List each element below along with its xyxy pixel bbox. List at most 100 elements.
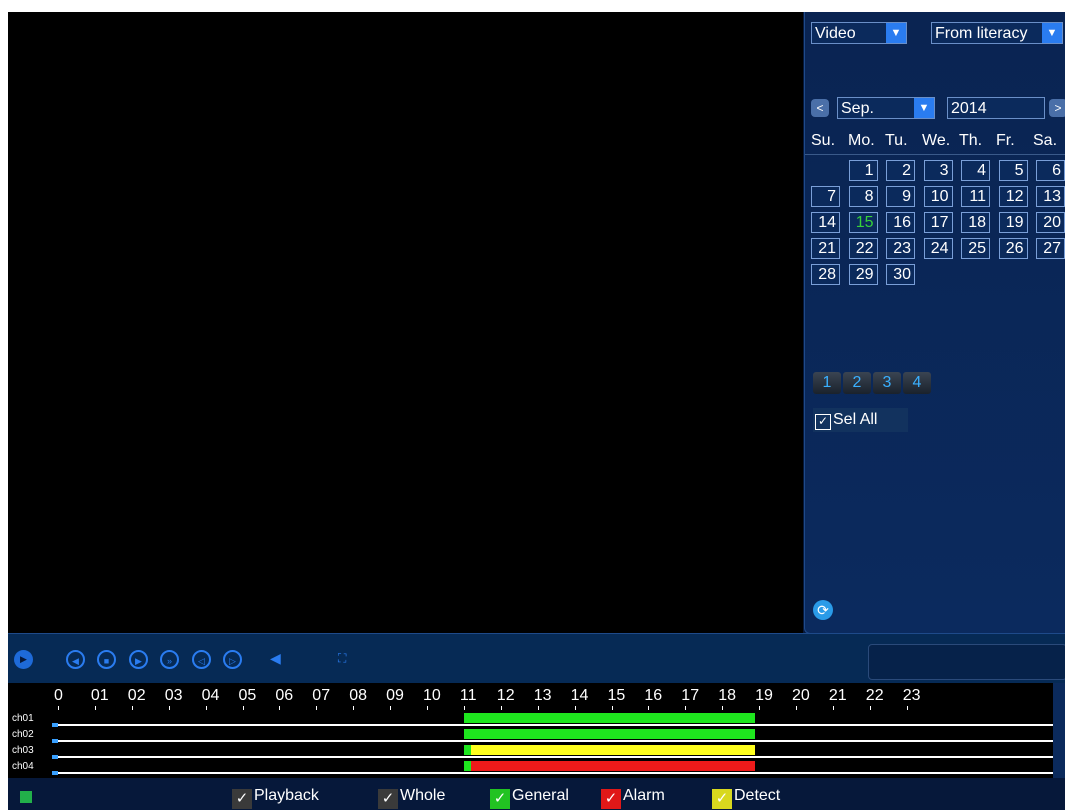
hour-tick <box>685 706 687 710</box>
next-frame-icon[interactable]: ▷ <box>223 650 242 669</box>
calendar-day[interactable]: 7 <box>811 186 840 207</box>
year-value: 2014 <box>951 100 987 117</box>
source-select[interactable]: From literacy ▼ <box>931 22 1063 44</box>
legend-bar: ✓ Playback ✓ Whole ✓ General ✓ Alarm ✓ Detect <box>8 785 1065 810</box>
refresh-icon[interactable]: ⟳ <box>813 600 833 620</box>
hour-label: 19 <box>755 687 773 704</box>
calendar-day[interactable]: 14 <box>811 212 840 233</box>
hour-label: 08 <box>349 687 367 704</box>
calendar-day[interactable]: 24 <box>923 238 953 259</box>
calendar-day[interactable]: 11 <box>961 186 990 207</box>
hour-label: 18 <box>718 687 736 704</box>
calendar-day[interactable]: 16 <box>886 212 915 233</box>
weekday-label: Fr. <box>996 132 1015 149</box>
search-sidebar: Video ▼ From literacy ▼ < Sep. ▼ 2014 > … <box>804 12 1065 634</box>
hour-tick <box>759 706 761 710</box>
stop-icon[interactable]: ■ <box>97 650 116 669</box>
hour-tick <box>611 706 613 710</box>
hour-label: 02 <box>127 687 146 704</box>
video-display[interactable] <box>8 12 803 633</box>
calendar-day[interactable]: 17 <box>923 212 953 233</box>
channel-track <box>53 724 1053 726</box>
timeline-zoom-control[interactable] <box>1053 683 1065 778</box>
calendar-day[interactable]: 22 <box>848 238 878 259</box>
channel-start-marker <box>52 739 58 743</box>
hour-tick <box>832 706 834 710</box>
calendar-day[interactable]: 25 <box>961 238 990 259</box>
reverse-play-icon[interactable]: ◀ <box>66 650 85 669</box>
month-select[interactable]: Sep. ▼ <box>837 97 935 119</box>
record-type-select[interactable]: Video ▼ <box>811 22 907 44</box>
legend-whole[interactable]: ✓ Whole <box>378 787 445 809</box>
calendar-day[interactable]: 19 <box>998 212 1028 233</box>
hour-tick <box>279 706 281 710</box>
calendar-day[interactable]: 2 <box>886 160 915 181</box>
hour-label: 03 <box>164 687 183 704</box>
chevron-down-icon: ▼ <box>886 23 906 43</box>
hour-label: 12 <box>496 687 515 704</box>
calendar-day[interactable]: 29 <box>848 264 878 285</box>
timeline[interactable]: 0 01 02 03 04 05 06 07 08 09 10 11 12 13 14 15 16 17 18 19 2… <box>8 683 1053 778</box>
calendar-day[interactable]: 3 <box>923 160 953 181</box>
hour-label: 13 <box>533 687 552 704</box>
checkbox-icon: ✓ <box>815 414 831 430</box>
channel-tab-2[interactable]: 2 <box>843 372 871 394</box>
calendar-day[interactable]: 12 <box>998 186 1028 207</box>
year-input[interactable]: 2014 <box>947 97 1045 119</box>
calendar-day[interactable]: 26 <box>998 238 1028 259</box>
calendar-day[interactable]: 21 <box>811 238 840 259</box>
hour-label: 17 <box>681 687 700 704</box>
calendar-day[interactable]: 5 <box>998 160 1028 181</box>
calendar-day[interactable]: 10 <box>923 186 953 207</box>
source-value: From literacy <box>935 25 1028 42</box>
calendar-day[interactable]: 23 <box>886 238 915 259</box>
next-month-button[interactable]: > <box>1049 99 1065 117</box>
calendar-day[interactable]: 8 <box>848 186 878 207</box>
calendar-day[interactable]: 15 <box>848 212 878 233</box>
legend-label: Alarm <box>623 787 665 804</box>
channel-track <box>53 756 1053 758</box>
divider <box>805 154 1065 155</box>
channel-tab-3[interactable]: 3 <box>873 372 901 394</box>
hour-label: 15 <box>607 687 626 704</box>
hour-tick <box>58 706 59 710</box>
legend-detect[interactable]: ✓ Detect <box>712 787 780 809</box>
weekday-label: We. <box>922 132 951 149</box>
chevron-down-icon: ▼ <box>1042 23 1062 43</box>
record-segment-detect <box>471 745 756 755</box>
hour-label: 04 <box>201 687 220 704</box>
month-value: Sep. <box>841 100 874 117</box>
calendar-day[interactable]: 9 <box>886 186 915 207</box>
volume-icon[interactable]: ◀ <box>270 650 281 667</box>
calendar-day[interactable]: 6 <box>1036 160 1065 181</box>
channel-start-marker <box>52 723 58 727</box>
calendar-day[interactable]: 28 <box>811 264 840 285</box>
calendar-day[interactable]: 20 <box>1036 212 1065 233</box>
slow-play-icon[interactable]: ▶ <box>129 650 148 669</box>
record-segment-general <box>463 713 756 723</box>
calendar-day[interactable]: 18 <box>961 212 990 233</box>
hour-label: 20 <box>792 687 810 704</box>
legend-alarm[interactable]: ✓ Alarm <box>601 787 665 809</box>
calendar-day[interactable]: 30 <box>886 264 915 285</box>
channel-tab-4[interactable]: 4 <box>903 372 931 394</box>
fullscreen-icon[interactable]: ⛶ <box>338 651 346 666</box>
hour-tick <box>500 706 502 710</box>
hour-label: 07 <box>312 687 331 704</box>
channel-tab-1[interactable]: 1 <box>813 372 841 394</box>
prev-month-button[interactable]: < <box>811 99 829 117</box>
calendar-day[interactable]: 27 <box>1036 238 1065 259</box>
legend-general[interactable]: ✓ General <box>490 787 569 809</box>
playback-control-bar: ▶ ◀ ■ ▶ » ◁ ▷ ◀ ⛶ <box>8 633 1065 684</box>
calendar-day[interactable]: 13 <box>1036 186 1065 207</box>
calendar-day[interactable]: 1 <box>848 160 878 181</box>
play-icon[interactable]: ▶ <box>14 650 33 669</box>
fast-forward-icon[interactable]: » <box>160 650 179 669</box>
weekday-label: Sa. <box>1033 132 1058 149</box>
hour-label: 10 <box>423 687 441 704</box>
record-segment-general <box>463 761 472 771</box>
calendar-day[interactable]: 4 <box>961 160 990 181</box>
legend-playback[interactable]: ✓ Playback <box>232 787 319 809</box>
select-all-checkbox[interactable]: ✓ Sel All <box>813 408 908 432</box>
previous-frame-icon[interactable]: ◁ <box>192 650 211 669</box>
